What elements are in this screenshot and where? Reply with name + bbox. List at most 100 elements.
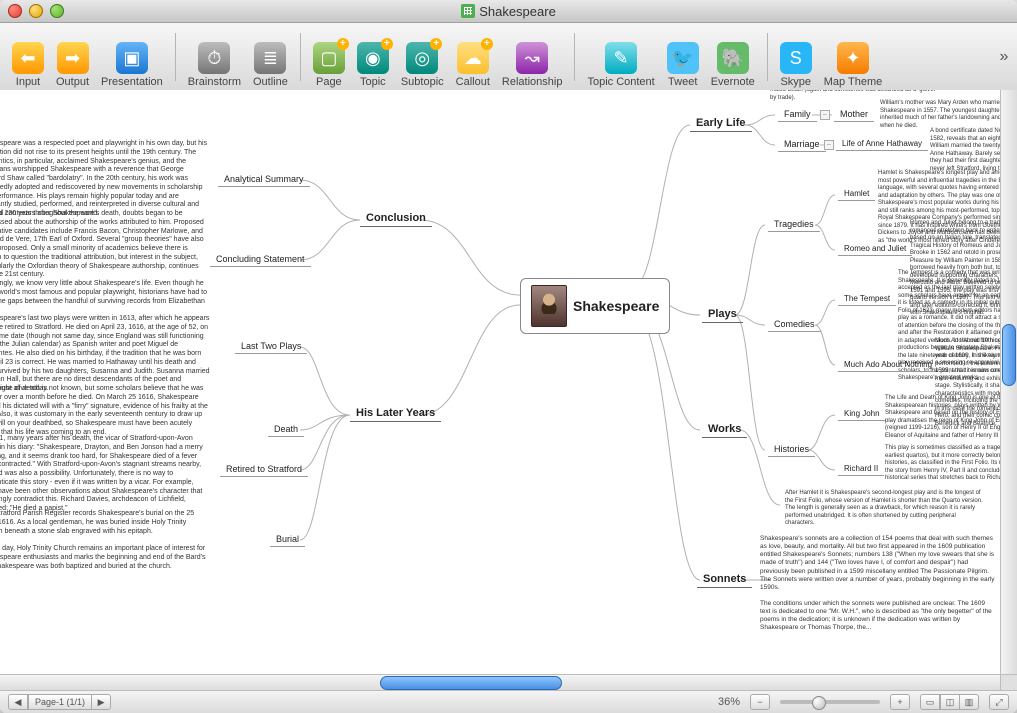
topic-conclusion[interactable]: Conclusion <box>360 210 432 227</box>
topic-early-life[interactable]: Early Life <box>690 115 752 132</box>
subtopic-button[interactable]: ◎+Subtopic <box>395 26 450 88</box>
topic-king-john[interactable]: King John <box>838 407 886 421</box>
app-window: Shakespeare ⬅Input ➡Output ▣Presentation… <box>0 0 1017 713</box>
output-button[interactable]: ➡Output <box>50 26 95 88</box>
toolbar-separator <box>300 33 301 81</box>
callout-button[interactable]: ☁+Callout <box>450 26 496 88</box>
evernote-icon: 🐘 <box>717 42 749 74</box>
text-sonnets-2: The conditions under which the sonnets w… <box>760 600 995 633</box>
text-richard: This play is sometimes classified as a t… <box>885 445 1001 483</box>
topic-last-two-plays[interactable]: Last Two Plays <box>235 339 307 354</box>
text-burial-2: To this day, Holy Trinity Church remains… <box>0 545 210 571</box>
topic-tragedies[interactable]: Tragedies <box>768 217 820 232</box>
horizontal-scrollbar[interactable] <box>0 674 1001 691</box>
topic-later-years[interactable]: His Later Years <box>350 405 441 422</box>
input-button[interactable]: ⬅Input <box>6 26 50 88</box>
brainstorm-button[interactable]: ⏱Brainstorm <box>182 26 247 88</box>
callout-icon: ☁+ <box>457 42 489 74</box>
topic-tempest[interactable]: The Tempest <box>838 292 896 306</box>
relationship-icon: ↝ <box>516 42 548 74</box>
scrollbar-thumb[interactable] <box>1002 324 1016 386</box>
topic-plays[interactable]: Plays <box>702 306 743 323</box>
twitter-icon: 🐦 <box>667 42 699 74</box>
topic-richard[interactable]: Richard II <box>838 462 884 476</box>
outline-button[interactable]: ≣Outline <box>247 26 294 88</box>
view-mode-1-button[interactable]: ▭ <box>920 694 940 710</box>
topic-romeo[interactable]: Romeo and Juliet <box>838 242 912 256</box>
text-concluding-2: Amazingly, we know very little about Sha… <box>0 280 210 315</box>
zoom-in-button[interactable]: + <box>890 694 910 710</box>
page-icon: ▢+ <box>313 42 345 74</box>
presentation-button[interactable]: ▣Presentation <box>95 26 169 88</box>
topic-sonnets[interactable]: Sonnets <box>697 571 752 588</box>
topic-retired[interactable]: Retired to Stratford <box>220 462 308 477</box>
resize-corner[interactable] <box>1000 674 1017 691</box>
skype-button[interactable]: SSkype <box>774 26 818 88</box>
text-anne: A bond certificate dated November the 28… <box>930 128 1001 173</box>
topic-works[interactable]: Works <box>702 421 747 438</box>
zoom-window-button[interactable] <box>50 4 64 18</box>
page-button[interactable]: ▢+Page <box>307 26 351 88</box>
toolbar: ⬅Input ➡Output ▣Presentation ⏱Brainstorm… <box>0 23 1017 92</box>
text-burial-1: The Stratford Parish Register records Sh… <box>0 510 210 536</box>
view-mode-3-button[interactable]: ▥ <box>960 694 979 710</box>
scrollbar-thumb[interactable] <box>380 676 562 690</box>
zoom-knob[interactable] <box>812 696 826 710</box>
vertical-scrollbar[interactable] <box>1000 90 1017 675</box>
expand-button[interactable]: ⤢ <box>989 694 1009 710</box>
topic-much-ado[interactable]: Much Ado About Nothing <box>838 358 938 372</box>
toolbar-separator <box>574 33 575 81</box>
prev-page-button[interactable]: ◀ <box>8 694 28 710</box>
evernote-button[interactable]: 🐘Evernote <box>705 26 761 88</box>
arrow-left-icon: ⬅ <box>12 42 44 74</box>
topic-icon: ◉+ <box>357 42 389 74</box>
next-page-button[interactable]: ▶ <box>92 694 111 710</box>
topic-marriage[interactable]: Marriage <box>778 137 826 152</box>
presentation-icon: ▣ <box>116 42 148 74</box>
toolbar-overflow-button[interactable]: » <box>997 37 1011 77</box>
traffic-lights <box>8 4 64 18</box>
topic-family[interactable]: Family <box>778 107 817 122</box>
titlebar[interactable]: Shakespeare <box>0 0 1017 23</box>
topic-button[interactable]: ◉+Topic <box>351 26 395 88</box>
relationship-button[interactable]: ↝Relationship <box>496 26 569 88</box>
shakespeare-portrait-icon <box>531 285 567 327</box>
text-death-2: In 1661, many years after his death, the… <box>0 435 210 514</box>
text-mother: William's mother was Mary Arden who marr… <box>880 100 1001 130</box>
central-topic[interactable]: Shakespeare <box>520 278 670 334</box>
topic-anne[interactable]: Life of Anne Hathaway <box>836 137 928 151</box>
central-topic-label: Shakespeare <box>573 298 659 314</box>
text-last-two-plays: Shakespeare's last two plays were writte… <box>0 315 210 394</box>
zoom-out-button[interactable]: − <box>750 694 770 710</box>
page-indicator[interactable]: Page-1 (1/1) <box>28 694 92 710</box>
zoom-value: 36% <box>718 696 740 708</box>
arrow-right-icon: ➡ <box>57 42 89 74</box>
topic-death[interactable]: Death <box>268 422 304 437</box>
topic-mother[interactable]: Mother <box>834 107 874 122</box>
text-sonnets-1: Shakespeare's sonnets are a collection o… <box>760 535 995 592</box>
collapse-marker[interactable]: – <box>824 140 834 150</box>
text-concluding-1: Around 230 years after Shakespeare's dea… <box>0 210 210 280</box>
topic-analytical-summary[interactable]: Analytical Summary <box>218 172 310 187</box>
topic-burial[interactable]: Burial <box>270 532 305 547</box>
brainstorm-icon: ⏱ <box>198 42 230 74</box>
topic-comedies[interactable]: Comedies <box>768 317 821 332</box>
topic-content-icon: ✎ <box>605 42 637 74</box>
text-king-john: The Life and Death of King John is one o… <box>885 395 1001 440</box>
collapse-marker[interactable]: – <box>820 110 830 120</box>
topic-content-button[interactable]: ✎Topic Content <box>581 26 660 88</box>
theme-icon: ✦ <box>837 42 869 74</box>
statusbar: ◀ Page-1 (1/1) ▶ 36% − + ▭ ◫ ▥ ⤢ <box>0 690 1017 713</box>
minimize-window-button[interactable] <box>29 4 43 18</box>
window-title: Shakespeare <box>0 4 1017 19</box>
mindmap-canvas[interactable]: Shakespeare Conclusion Analytical Summar… <box>0 90 1001 675</box>
close-window-button[interactable] <box>8 4 22 18</box>
zoom-slider[interactable] <box>780 700 880 704</box>
view-mode-2-button[interactable]: ◫ <box>940 694 960 710</box>
text-analytical-summary: Shakespeare was a respected poet and pla… <box>0 140 210 219</box>
topic-histories[interactable]: Histories <box>768 442 815 457</box>
tweet-button[interactable]: 🐦Tweet <box>661 26 705 88</box>
topic-hamlet[interactable]: Hamlet <box>838 187 875 201</box>
map-theme-button[interactable]: ✦Map Theme <box>818 26 889 88</box>
topic-concluding-statement[interactable]: Concluding Statement <box>210 252 311 267</box>
